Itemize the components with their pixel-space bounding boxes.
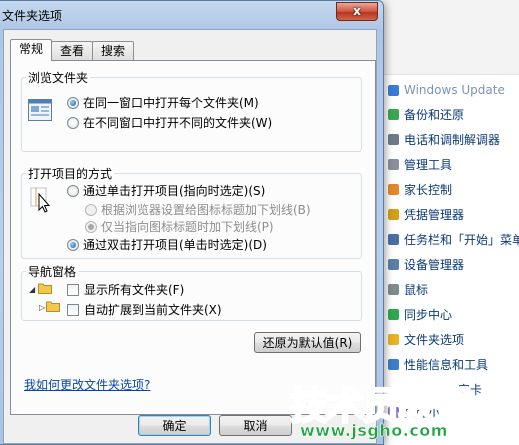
windows-update-icon (388, 84, 399, 96)
navigation-pane-group: 导航窗格 ◢ ▷ 显示所有文件夹(F) 自动扩展到当前文件夹(X) (21, 263, 362, 321)
double-click-option[interactable]: 通过双击打开项目(单击时选定)(D) (67, 236, 267, 253)
click-cursor-icon (30, 186, 52, 217)
cp-item-admin-tools[interactable]: 管理工具 (388, 154, 452, 174)
folder-icon (38, 282, 52, 297)
control-panel-header (380, 0, 519, 75)
close-button[interactable]: x (336, 2, 378, 21)
cp-item-credential-manager[interactable]: 凭据管理器 (388, 204, 464, 224)
general-tab-page: 浏览文件夹 在同一窗口中打开每个文件夹(M) 在不同窗口中打开不同的文件夹(W)… (10, 60, 376, 415)
sync-center-icon (388, 308, 399, 320)
folder-options-icon (388, 333, 399, 345)
cp-item-sync-center[interactable]: 同步中心 (388, 304, 452, 324)
collapsed-arrow-icon: ▷ (39, 303, 46, 312)
cp-item-mouse[interactable]: 鼠标 (388, 279, 428, 299)
cp-item-windows-update[interactable]: Windows Update (388, 80, 505, 100)
admin-tools-icon (388, 158, 399, 170)
cp-item-taskbar-start[interactable]: 任务栏和「开始」菜单 (388, 229, 519, 249)
underline-browser-option: 根据浏览器设置给图标标题加下划线(B) (85, 201, 311, 218)
open-new-window-option[interactable]: 在不同窗口中打开不同的文件夹(W) (67, 114, 272, 131)
open-same-window-option[interactable]: 在同一窗口中打开每个文件夹(M) (67, 94, 259, 111)
browse-window-icon (28, 99, 52, 124)
show-all-folders-option[interactable]: 显示所有文件夹(F) (67, 281, 184, 298)
radio-underline-hover (85, 220, 97, 233)
tab-strip: 常规 查看 搜索 (10, 39, 135, 61)
credential-manager-icon (388, 208, 399, 220)
click-items-label: 打开项目的方式 (26, 165, 115, 182)
parental-controls-icon (388, 183, 399, 195)
radio-underline-browser (85, 203, 97, 216)
expanded-arrow-icon: ◢ (29, 285, 36, 294)
cp-item-device-manager[interactable]: 设备管理器 (388, 254, 464, 274)
performance-icon (388, 358, 399, 370)
cp-item-folder-options[interactable]: 文件夹选项 (388, 329, 464, 349)
backup-icon (388, 108, 399, 120)
radio-double-click[interactable] (67, 238, 79, 251)
single-click-option[interactable]: 通过单击打开项目(指向时选定)(S) (67, 182, 265, 199)
tab-view[interactable]: 查看 (51, 41, 94, 60)
tab-general[interactable]: 常规 (10, 39, 53, 61)
phone-modem-icon (388, 133, 399, 145)
cp-item-performance[interactable]: 性能信息和工具 (388, 354, 488, 374)
radio-new-window[interactable] (67, 116, 79, 129)
cancel-button[interactable]: 取消 (219, 415, 292, 436)
browse-folders-group: 浏览文件夹 在同一窗口中打开每个文件夹(M) 在不同窗口中打开不同的文件夹(W) (21, 69, 362, 152)
cp-item-phone-modem[interactable]: 电话和调制解调器 (388, 129, 500, 149)
mouse-icon (388, 283, 399, 295)
close-icon: x (353, 4, 361, 18)
radio-same-window[interactable] (67, 96, 79, 109)
taskbar-icon (388, 233, 399, 245)
dialog-titlebar[interactable]: 文件夹选项 x (0, 1, 383, 29)
ok-button[interactable]: 确定 (138, 415, 211, 436)
restore-defaults-button[interactable]: 还原为默认值(R) (254, 332, 361, 353)
subfolder-icon (46, 300, 60, 315)
help-link[interactable]: 我如何更改文件夹选项? (24, 376, 150, 393)
radio-single-click[interactable] (67, 184, 79, 197)
checkbox-auto-expand[interactable] (67, 303, 79, 316)
cp-item-backup[interactable]: 备份和还原 (388, 104, 464, 124)
navigation-pane-label: 导航窗格 (26, 263, 79, 280)
dialog-title: 文件夹选项 (2, 9, 63, 23)
cp-item-parental-controls[interactable]: 家长控制 (388, 179, 452, 199)
device-manager-icon (388, 258, 399, 270)
tab-search[interactable]: 搜索 (92, 41, 135, 60)
underline-hover-option: 仅当指向图标标题时加下划线(P) (85, 218, 274, 235)
watermark-url: www.jsgho.com (300, 421, 448, 441)
browse-folders-label: 浏览文件夹 (26, 69, 91, 86)
click-items-group: 打开项目的方式 通过单击打开项目(指向时选定)(S) 根据浏览器设置给图标标题加… (21, 165, 362, 259)
auto-expand-option[interactable]: 自动扩展到当前文件夹(X) (67, 301, 222, 318)
checkbox-show-all-folders[interactable] (67, 283, 79, 296)
